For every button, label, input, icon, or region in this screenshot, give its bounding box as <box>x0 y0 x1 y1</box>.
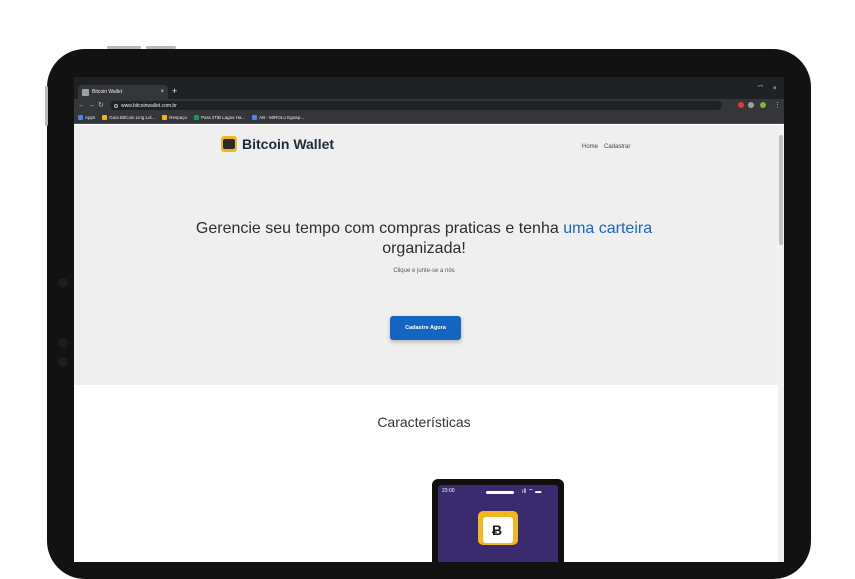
wallet-logo-icon <box>221 136 237 152</box>
bookmark-favicon-icon <box>194 115 200 120</box>
bookmark-item[interactable]: AB - MIROLo Egeap... <box>252 115 304 120</box>
phone-illustration: 23:00 ıll ⌔ ▬ Ƀ <box>432 479 564 562</box>
camera-dot <box>58 357 68 367</box>
tablet-side-button <box>45 86 48 126</box>
bookmark-label: AB - MIROLo Egeap... <box>259 115 304 120</box>
page-scrollbar[interactable] <box>778 125 784 562</box>
browser-tab[interactable]: Bitcoin Wallet × <box>78 85 168 99</box>
top-nav: Home Cadastrar <box>582 144 630 150</box>
address-bar[interactable]: www.bitcoinwallet.com.br <box>110 101 722 110</box>
bookmark-favicon-icon <box>162 115 168 120</box>
hero-title: Gerencie seu tempo com compras praticas … <box>144 219 704 259</box>
bookmark-item[interactable]: Para 2TiB Lagos Ha... <box>194 115 245 120</box>
wallet-icon: Ƀ <box>478 511 518 545</box>
bookmark-label: Guia BitCoin Ling Lol... <box>109 115 156 120</box>
bookmark-label: Respaço <box>169 115 188 120</box>
forward-arrow-icon[interactable]: → <box>88 101 95 110</box>
browser-tab-bar: Bitcoin Wallet × + ⁀ × <box>74 77 784 99</box>
browser-menu-icon[interactable]: ⋮ <box>774 101 781 110</box>
phone-notch-bar <box>486 491 514 494</box>
nav-link-cadastrar[interactable]: Cadastrar <box>604 144 630 150</box>
bookmark-label: Para 2TiB Lagos Ha... <box>201 115 246 120</box>
hero-subtitle: Clique e junte-se a nós <box>393 268 455 274</box>
browser-toolbar: ← → ↻ www.bitcoinwallet.com.br ⋮ <box>74 99 784 112</box>
tablet-top-button <box>107 46 141 49</box>
phone-time: 23:00 <box>442 488 455 494</box>
scrollbar-thumb[interactable] <box>779 135 783 245</box>
bookmarks-bar: Apps Guia BitCoin Ling Lol... Respaço Pa… <box>74 112 784 124</box>
window-restore-icon[interactable]: ⁀ <box>758 86 763 93</box>
bitcoin-icon: Ƀ <box>492 522 503 538</box>
phone-screen: 23:00 ıll ⌔ ▬ Ƀ <box>438 485 558 562</box>
web-page: Bitcoin Wallet Home Cadastrar Gerencie s… <box>74 125 778 562</box>
tablet-screen: Bitcoin Wallet × + ⁀ × ← → ↻ www.bitcoin… <box>74 77 784 562</box>
apps-grid-icon <box>78 115 83 120</box>
nav-link-home[interactable]: Home <box>582 144 598 150</box>
url-text: www.bitcoinwallet.com.br <box>121 102 177 109</box>
brand-name: Bitcoin Wallet <box>242 136 335 152</box>
reload-icon[interactable]: ↻ <box>98 101 104 110</box>
cadastre-agora-button[interactable]: Cadastre Agora <box>390 316 461 340</box>
bookmark-item[interactable]: Guia BitCoin Ling Lol... <box>102 115 155 120</box>
window-close-icon[interactable]: × <box>773 86 777 92</box>
hero-title-highlight: uma carteira <box>563 220 653 237</box>
camera-dot <box>58 278 68 288</box>
wallet-inner: Ƀ <box>483 517 513 543</box>
features-title: Características <box>377 414 471 430</box>
bookmark-favicon-icon <box>252 115 258 120</box>
bookmark-item[interactable]: Apps <box>78 115 95 120</box>
new-tab-icon[interactable]: + <box>172 87 177 96</box>
tablet-top-button <box>146 46 176 49</box>
tab-close-icon[interactable]: × <box>160 89 164 95</box>
tab-favicon-icon <box>82 88 89 96</box>
lock-icon <box>114 103 118 108</box>
hero-section: Bitcoin Wallet Home Cadastrar Gerencie s… <box>74 125 778 385</box>
signal-wifi-battery-icon: ıll ⌔ ▬ <box>522 489 542 495</box>
bookmark-favicon-icon <box>102 115 108 120</box>
hero-title-text: Gerencie seu tempo com compras praticas … <box>195 220 564 237</box>
profile-avatar-icon[interactable] <box>760 102 766 108</box>
hero-title-text: organizada! <box>382 240 466 257</box>
extension-red-icon[interactable] <box>738 102 744 108</box>
camera-dot <box>58 338 68 348</box>
bookmark-item[interactable]: Respaço <box>162 115 187 120</box>
tab-title: Bitcoin Wallet <box>92 89 123 95</box>
bookmark-label: Apps <box>85 115 96 120</box>
back-arrow-icon[interactable]: ← <box>78 101 85 110</box>
brand[interactable]: Bitcoin Wallet <box>221 136 334 152</box>
extension-puzzle-icon[interactable] <box>748 102 754 108</box>
